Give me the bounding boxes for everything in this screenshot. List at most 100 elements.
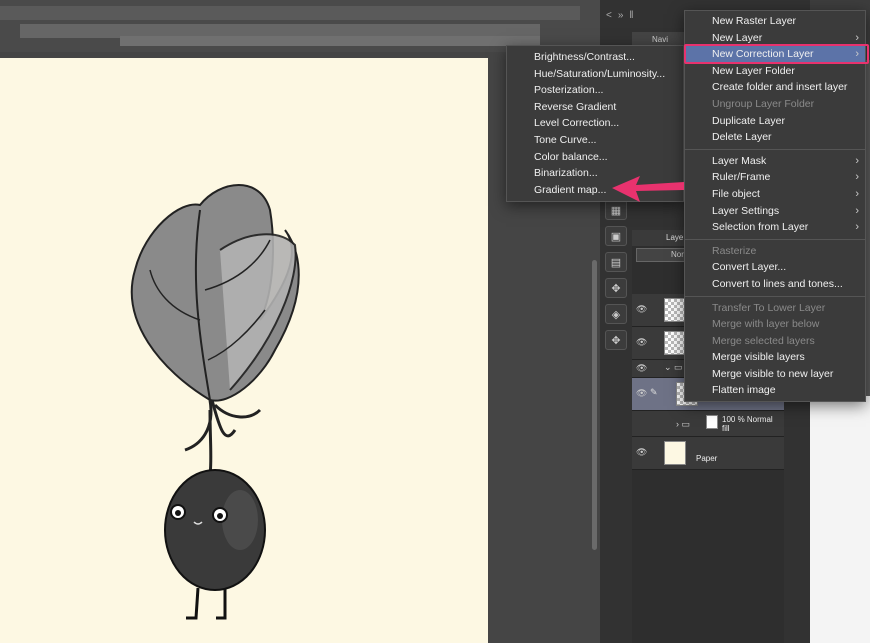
panel-icon-5[interactable]: ◈ bbox=[605, 304, 627, 324]
menu-item-label: Flatten image bbox=[712, 384, 776, 397]
submenu-item[interactable]: Level Correction... bbox=[507, 115, 683, 132]
menu-item-label: Merge visible to new layer bbox=[712, 367, 834, 380]
menu-item-label: Merge visible layers bbox=[712, 351, 805, 364]
submenu-item[interactable]: Posterization... bbox=[507, 82, 683, 99]
menu-item-label: Transfer To Lower Layer bbox=[712, 301, 826, 314]
navigator-tab-label: Navi bbox=[652, 35, 669, 44]
menu-item[interactable]: New Layer Folder bbox=[685, 63, 865, 80]
menu-item[interactable]: Convert Layer... bbox=[685, 259, 865, 276]
menu-item-label: Ruler/Frame bbox=[712, 171, 771, 184]
menu-item-label: Convert Layer... bbox=[712, 261, 787, 274]
layer-info: 100 % Normal fill bbox=[722, 415, 773, 433]
menu-item-label: New Layer bbox=[712, 31, 763, 44]
menu-item: Ungroup Layer Folder bbox=[685, 96, 865, 113]
pointer-arrow-annotation bbox=[612, 176, 684, 202]
menu-item[interactable]: Merge visible layers bbox=[685, 349, 865, 366]
panel-icon-2[interactable]: ▣ bbox=[605, 226, 627, 246]
folder-icon: ⌄ ▭ bbox=[664, 362, 683, 372]
menu-item[interactable]: File object › bbox=[685, 186, 865, 203]
menu-item[interactable]: Layer Mask › bbox=[685, 153, 865, 170]
menu-item[interactable]: Delete Layer bbox=[685, 129, 865, 146]
submenu-item[interactable]: Tone Curve... bbox=[507, 132, 683, 149]
blend-mode-value: Nor bbox=[671, 250, 684, 259]
submenu-item-label: Color balance... bbox=[534, 150, 608, 163]
highlight-box bbox=[684, 44, 869, 64]
menu-item[interactable]: Duplicate Layer bbox=[685, 113, 865, 130]
layer-context-menu: New Raster Layer New Layer › New Correction… bbox=[684, 10, 866, 403]
canvas-vertical-scrollbar[interactable] bbox=[592, 260, 597, 550]
menu-item: Merge selected layers bbox=[685, 333, 865, 350]
menu-item[interactable]: New Raster Layer bbox=[685, 13, 865, 30]
menu-item-label: Ungroup Layer Folder bbox=[712, 97, 815, 110]
menu-item-label: Selection from Layer bbox=[712, 221, 809, 234]
submenu-item-label: Reverse Gradient bbox=[534, 100, 617, 113]
radish-character-illustration bbox=[130, 184, 300, 620]
menu-item[interactable]: Merge visible to new layer bbox=[685, 366, 865, 383]
layer-row-folder[interactable]: › ▭ 100 % Normal fill bbox=[632, 411, 784, 437]
submenu-item-label: Level Correction... bbox=[534, 117, 620, 130]
pen-icon: ✎ bbox=[650, 387, 658, 397]
menu-item-label: New Raster Layer bbox=[712, 15, 797, 27]
menu-item[interactable]: Selection from Layer › bbox=[685, 219, 865, 236]
chevron-right-icon: › bbox=[855, 187, 859, 200]
menu-separator bbox=[685, 295, 865, 297]
panel-icon-3[interactable]: ▤ bbox=[605, 252, 627, 272]
layer-thumbnail bbox=[706, 415, 718, 429]
layer-thumbnail bbox=[664, 331, 686, 355]
blend-mode-select[interactable]: Nor bbox=[636, 248, 688, 262]
layer-blend-info: 100 % Normal bbox=[722, 415, 773, 424]
menu-separator bbox=[685, 148, 865, 150]
menu-item-label: New Layer Folder bbox=[712, 64, 795, 77]
expand-icon[interactable]: » bbox=[618, 10, 624, 30]
side-panel-light bbox=[810, 396, 870, 643]
menu-item-label: Layer Settings bbox=[712, 204, 780, 217]
menu-item-label: Merge with layer below bbox=[712, 318, 820, 331]
panel-icon-6[interactable]: ✥ bbox=[605, 330, 627, 350]
menu-item[interactable]: Layer Settings › bbox=[685, 203, 865, 220]
eye-icon[interactable]: 👁 bbox=[636, 388, 647, 399]
menu-item-label: Rasterize bbox=[712, 244, 757, 257]
menu-item[interactable]: Ruler/Frame › bbox=[685, 169, 865, 186]
eye-icon[interactable]: 👁 bbox=[636, 337, 647, 348]
menu-item-label: Layer Mask bbox=[712, 154, 767, 167]
submenu-item[interactable]: Brightness/Contrast... bbox=[507, 49, 683, 66]
menu-item: Transfer To Lower Layer bbox=[685, 300, 865, 317]
menu-item: Rasterize bbox=[685, 243, 865, 260]
panel-icon-4[interactable]: ✥ bbox=[605, 278, 627, 298]
submenu-item-label: Binarization... bbox=[534, 167, 598, 180]
submenu-item-label: Hue/Saturation/Luminosity... bbox=[534, 67, 666, 80]
eye-icon[interactable]: 👁 bbox=[636, 363, 647, 374]
layer-row-paper[interactable]: 👁 Paper bbox=[632, 437, 784, 470]
layer-panel-title: Laye bbox=[666, 233, 684, 242]
menu-item[interactable]: Convert to lines and tones... bbox=[685, 276, 865, 293]
layer-name: fill bbox=[722, 424, 730, 433]
menu-item-label: Delete Layer bbox=[712, 131, 772, 144]
chevron-right-icon: › bbox=[855, 221, 859, 234]
eye-icon[interactable]: 👁 bbox=[636, 447, 647, 458]
folder-icon: › ▭ bbox=[676, 419, 691, 429]
submenu-item-label: Gradient map... bbox=[534, 183, 607, 196]
menu-item[interactable]: Create folder and insert layer bbox=[685, 79, 865, 96]
menu-item[interactable]: Flatten image bbox=[685, 382, 865, 399]
submenu-item[interactable]: Hue/Saturation/Luminosity... bbox=[507, 66, 683, 83]
submenu-item[interactable]: Color balance... bbox=[507, 149, 683, 166]
dock-tool-column: ▦ ▣ ▤ ✥ ◈ ✥ bbox=[603, 200, 629, 370]
submenu-item-label: Posterization... bbox=[534, 84, 604, 97]
menu-item-label: Merge selected layers bbox=[712, 334, 815, 347]
menu-item-label: Convert to lines and tones... bbox=[712, 277, 843, 290]
eye-icon[interactable]: 👁 bbox=[636, 304, 647, 315]
menu-item-label: File object bbox=[712, 187, 760, 200]
layer-thumbnail bbox=[664, 298, 686, 322]
chevron-right-icon: › bbox=[855, 171, 859, 184]
chevron-right-icon: › bbox=[855, 204, 859, 217]
menu-separator bbox=[685, 238, 865, 240]
menu-item: Merge with layer below bbox=[685, 316, 865, 333]
pause-icon[interactable]: ‖ bbox=[629, 10, 633, 30]
submenu-item-label: Brightness/Contrast... bbox=[534, 51, 635, 63]
layer-name: Paper bbox=[696, 454, 718, 463]
submenu-item-label: Tone Curve... bbox=[534, 133, 597, 146]
menu-item-label: Duplicate Layer bbox=[712, 114, 785, 127]
menu-item-label: Create folder and insert layer bbox=[712, 81, 848, 94]
collapse-left-icon[interactable]: < bbox=[606, 10, 612, 30]
submenu-item[interactable]: Reverse Gradient bbox=[507, 99, 683, 116]
